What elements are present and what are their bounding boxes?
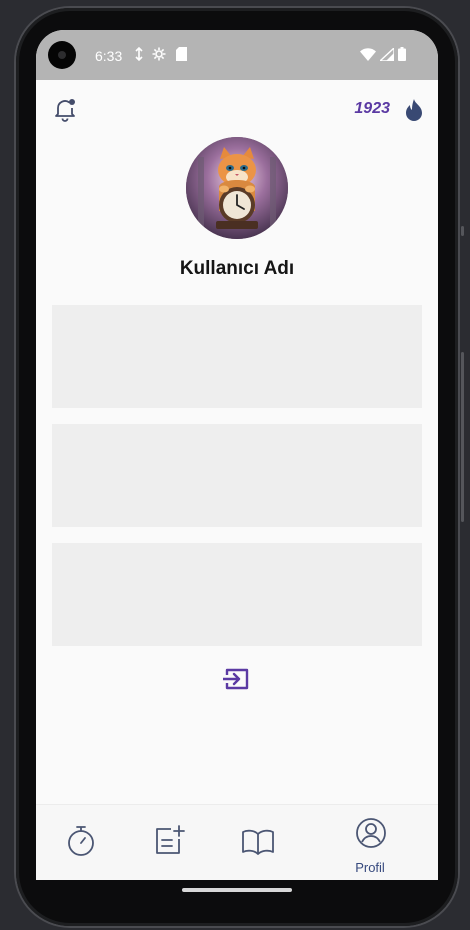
nav-item-timer[interactable] xyxy=(40,805,120,880)
nav-item-notes[interactable] xyxy=(128,805,208,880)
nav-item-profile[interactable]: Profil xyxy=(330,805,410,880)
nav-label-profile: Profil xyxy=(355,860,385,875)
battery-icon xyxy=(398,47,406,64)
sd-card-icon xyxy=(176,47,187,64)
wifi-icon xyxy=(360,47,376,64)
book-icon xyxy=(241,829,275,860)
profile-card-3[interactable] xyxy=(52,543,422,646)
profile-card-2[interactable] xyxy=(52,424,422,527)
avatar[interactable] xyxy=(186,137,288,239)
status-bar: 6:33 xyxy=(36,30,438,80)
front-camera xyxy=(48,41,76,69)
status-time: 6:33 xyxy=(95,48,123,64)
score-counter: 1923 xyxy=(354,100,390,117)
profile-icon xyxy=(355,817,387,854)
volume-button xyxy=(461,352,464,522)
gesture-bar[interactable] xyxy=(182,888,292,892)
network-arrow-icon xyxy=(134,46,144,64)
app-screen: 6:33 1923 Kullanıcı Adı Profil xyxy=(36,30,438,880)
side-button xyxy=(461,226,464,236)
bottom-navigation: Profil xyxy=(36,804,438,880)
settings-gear-icon xyxy=(152,47,166,64)
bell-icon[interactable] xyxy=(52,96,78,127)
signal-icon xyxy=(378,45,395,64)
profile-card-1[interactable] xyxy=(52,305,422,408)
logout-icon[interactable] xyxy=(221,666,251,697)
cat-clock-avatar xyxy=(186,137,288,239)
username: Kullanıcı Adı xyxy=(179,258,295,279)
flame-icon[interactable] xyxy=(404,98,424,127)
stopwatch-icon xyxy=(66,825,96,862)
nav-item-library[interactable] xyxy=(219,805,299,880)
note-add-icon xyxy=(155,825,187,860)
